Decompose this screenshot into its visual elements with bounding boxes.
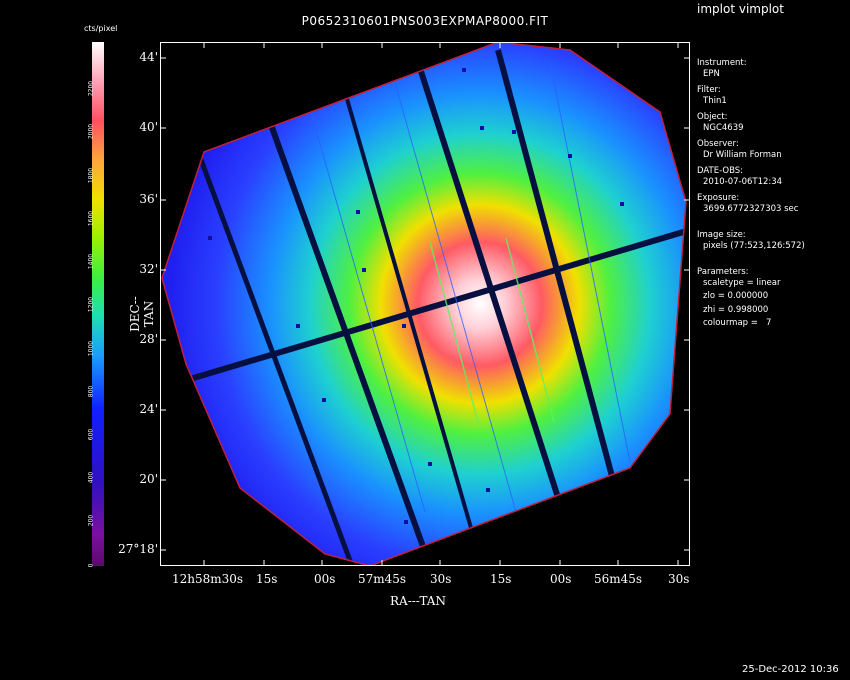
param-zlo: zlo = 0.000000 [703,291,769,301]
param-zhi: zhi = 0.998000 [703,304,769,315]
cb-tick-4: 800 [87,385,95,398]
cb-tick-3: 600 [87,428,95,441]
x-tick-1: 15s [256,572,278,586]
cb-tick-9: 1800 [87,167,95,184]
y-tick-36: 36' [139,192,158,206]
cb-tick-1: 200 [87,514,95,527]
x-tick-4: 30s [430,572,452,586]
cb-tick-7: 1400 [87,253,95,270]
app-title: implot vimplot [697,2,784,16]
instrument-value: EPN [703,68,720,79]
cb-tick-2: 400 [87,471,95,484]
x-tick-6: 00s [550,572,572,586]
imagesize-value: pixels (77:523,126:572) [703,240,805,251]
date-label: DATE-OBS: [697,166,744,176]
params-label: Parameters: [697,267,749,277]
cb-tick-6: 1200 [87,296,95,313]
cb-tick-8: 1600 [87,210,95,227]
cb-tick-5: 1000 [87,340,95,357]
filter-value: Thin1 [703,95,727,106]
plot-title: P0652310601PNS003EXPMAP8000.FIT [301,14,549,28]
x-tick-8: 30s [668,572,690,586]
param-scaletype: scaletype = linear [703,277,781,288]
x-tick-7: 56m45s [594,572,643,586]
y-tick-28: 28' [139,332,158,346]
date-value: 2010-07-06T12:34 [703,176,783,187]
y-tick-18: 27°18' [118,542,158,556]
timestamp: 25-Dec-2012 10:36 [742,664,839,675]
x-axis-label: RA---TAN [390,594,446,608]
cb-tick-11: 2200 [87,80,95,97]
y-tick-32: 32' [139,262,158,276]
x-tick-2: 00s [314,572,336,586]
cb-tick-10: 2000 [87,123,95,140]
y-tick-24: 24' [139,402,158,416]
y-tick-44: 44' [139,50,158,64]
exposure-label: Exposure: [697,193,740,203]
x-tick-3: 57m45s [358,572,407,586]
object-label: Object: [697,112,728,122]
info-panel: Instrument: EPN Filter: Thin1 Object: NG… [697,58,805,329]
exposure-map-image[interactable] [160,42,690,566]
colorbar-label: cts/pixel [84,24,118,33]
param-colourmap: colourmap = 7 [703,318,772,328]
y-tick-40: 40' [139,120,158,134]
instrument-label: Instrument: [697,58,747,68]
imagesize-label: Image size: [697,230,746,240]
cb-tick-0: 0 [87,563,95,568]
x-tick-0: 12h58m30s [172,572,244,586]
object-value: NGC4639 [703,122,744,133]
observer-label: Observer: [697,139,739,149]
filter-label: Filter: [697,85,721,95]
x-tick-5: 15s [490,572,512,586]
observer-value: Dr William Forman [703,149,782,160]
y-tick-20: 20' [139,472,158,486]
exposure-value: 3699.6772327303 sec [703,203,799,214]
